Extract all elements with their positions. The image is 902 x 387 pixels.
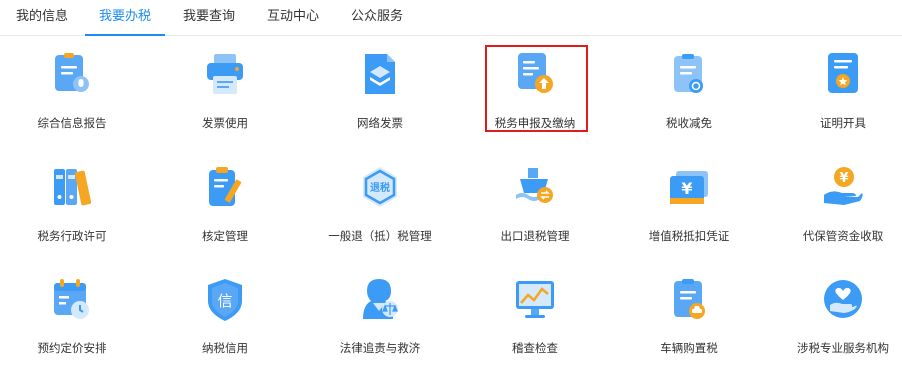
service-tile-e-invoice[interactable]: 网络发票 <box>305 52 455 162</box>
service-tile-admin-license[interactable]: 税务行政许可 <box>0 165 147 275</box>
service-label: 法律追责与救济 <box>339 341 421 355</box>
service-label: 综合信息报告 <box>37 116 107 130</box>
service-label: 车辆购置税 <box>660 341 718 355</box>
lawyer-scale-icon <box>363 279 398 319</box>
service-tile-tax-relief[interactable]: 税收减免 <box>614 52 764 162</box>
svg-text:¥: ¥ <box>839 171 848 186</box>
service-tile-inspection[interactable]: 稽查检查 <box>460 277 610 387</box>
service-label: 证明开具 <box>820 116 866 130</box>
service-label: 预约定价安排 <box>37 341 107 355</box>
service-label: 网络发票 <box>357 116 403 130</box>
tab-query[interactable]: 我要查询 <box>183 0 235 34</box>
service-tile-pricing-arrangement[interactable]: 预约定价安排 <box>0 277 147 387</box>
service-label: 出口退税管理 <box>500 229 570 243</box>
tab-my-info[interactable]: 我的信息 <box>16 0 68 34</box>
svg-text:信: 信 <box>217 292 232 310</box>
tax-relief-icon <box>674 54 703 93</box>
top-tab-bar: 我的信息 我要办税 我要查询 互动中心 公众服务 <box>0 0 902 36</box>
tab-tax-handling[interactable]: 我要办税 <box>84 0 166 36</box>
service-label: 核定管理 <box>202 229 248 243</box>
service-label: 稽查检查 <box>512 341 558 355</box>
clipboard-edit-icon <box>209 167 242 206</box>
service-tile-vehicle-tax[interactable]: 车辆购置税 <box>614 277 764 387</box>
service-tile-certificate[interactable]: 证明开具 <box>768 52 902 162</box>
tax-refund-icon: 退税 <box>363 167 397 207</box>
printer-icon <box>207 54 243 94</box>
calendar-clock-icon <box>54 279 89 319</box>
info-report-icon <box>55 53 89 92</box>
service-label: 涉税专业服务机构 <box>797 341 889 355</box>
declare-pay-icon <box>518 53 553 93</box>
service-tile-legal-remedy[interactable]: 法律追责与救济 <box>305 277 455 387</box>
service-tile-professional-service[interactable]: 涉税专业服务机构 <box>768 277 902 387</box>
svg-text:退税: 退税 <box>370 181 390 194</box>
service-label: 纳税信用 <box>202 341 248 355</box>
service-label: 代保管资金收取 <box>802 229 884 243</box>
binders-icon <box>54 169 92 206</box>
service-tile-assessment[interactable]: 核定管理 <box>150 165 300 275</box>
credit-shield-icon: 信 <box>208 279 242 321</box>
vehicle-tax-icon <box>674 279 705 319</box>
service-tile-export-refund[interactable]: 出口退税管理 <box>460 165 610 275</box>
monitor-chart-icon <box>516 281 554 318</box>
service-label: 税收减免 <box>666 116 712 130</box>
service-label: 增值税抵扣凭证 <box>648 229 730 243</box>
service-tile-invoice-use[interactable]: 发票使用 <box>150 52 300 162</box>
service-label: 发票使用 <box>202 116 248 130</box>
service-tile-declare-pay[interactable]: 税务申报及缴纳 <box>460 52 610 162</box>
money-hand-icon: ¥ <box>824 167 863 205</box>
service-tile-tax-refund[interactable]: 退税 一般退（抵）税管理 <box>305 165 455 275</box>
tab-interaction-center[interactable]: 互动中心 <box>267 0 319 34</box>
service-label: 税务申报及缴纳 <box>494 116 576 130</box>
export-ship-icon <box>516 168 553 203</box>
certificate-icon <box>828 53 858 93</box>
service-tile-custody-funds[interactable]: ¥ 代保管资金收取 <box>768 165 902 275</box>
service-label: 一般退（抵）税管理 <box>328 229 432 243</box>
e-invoice-icon <box>365 54 395 94</box>
service-tile-tax-credit[interactable]: 信 纳税信用 <box>150 277 300 387</box>
heart-hand-icon <box>824 280 862 318</box>
service-tile-info-report[interactable]: 综合信息报告 <box>0 52 147 162</box>
svg-text:¥: ¥ <box>681 179 692 198</box>
service-label: 税务行政许可 <box>37 229 107 243</box>
tab-public-service[interactable]: 公众服务 <box>351 0 403 34</box>
service-tile-vat-voucher[interactable]: ¥ 增值税抵扣凭证 <box>614 165 764 275</box>
vat-voucher-icon: ¥ <box>670 171 708 204</box>
